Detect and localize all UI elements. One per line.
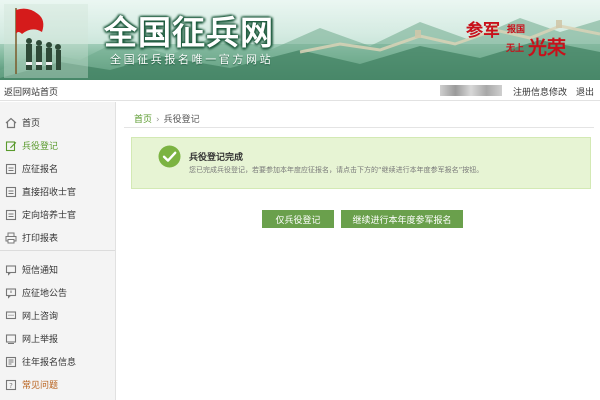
sidebar-item-enlistment[interactable]: 应征报名 [0, 157, 115, 180]
notice-title: 兵役登记完成 [189, 153, 244, 163]
slogan-part-4: 光荣 [528, 37, 567, 59]
notice-message: 您已完成兵役登记，若要参加本年度应征报名，请点击下方的“继续进行本年度参军报名”… [189, 166, 484, 174]
sidebar-item-oriented-nco[interactable]: 定向培养士官 [0, 203, 115, 226]
breadcrumb-divider [124, 127, 594, 128]
edit-icon [5, 140, 17, 151]
slogan-part-1: 参军 [466, 21, 500, 41]
slogan-part-3: 无上 [506, 44, 525, 54]
form-icon [5, 163, 17, 174]
flag-soldiers-image [4, 4, 88, 78]
continue-enlist-button[interactable]: 继续进行本年度参军报名 [341, 210, 463, 228]
logout-link[interactable]: 退出 [576, 85, 594, 98]
sidebar-item-past-registrations[interactable]: 往年报名信息 [0, 350, 115, 373]
sidebar-item-label: 应征地公告 [22, 289, 68, 299]
sidebar-item-sms-notice[interactable]: 短信通知 [0, 258, 115, 281]
question-icon: ? [5, 379, 17, 390]
sidebar-item-military-registration[interactable]: 兵役登记 [0, 134, 115, 157]
sidebar: 首页 兵役登记 应征报名 直接招收士官 定向培养士官 打印报表 短信通知 应征地… [0, 102, 116, 400]
breadcrumb-separator: › [156, 115, 160, 125]
register-only-button[interactable]: 仅兵役登记 [262, 210, 334, 228]
sidebar-item-print-report[interactable]: 打印报表 [0, 226, 115, 249]
breadcrumb: 首页 › 兵役登记 [134, 112, 200, 125]
breadcrumb-current: 兵役登记 [163, 115, 200, 125]
sidebar-item-label: 首页 [22, 119, 41, 129]
sidebar-item-local-announcement[interactable]: 应征地公告 [0, 281, 115, 304]
sidebar-divider [0, 250, 115, 251]
home-icon [5, 117, 17, 128]
sidebar-item-faq[interactable]: ? 常见问题 [0, 373, 115, 396]
sidebar-item-online-consult[interactable]: 网上咨询 [0, 304, 115, 327]
success-notice: 兵役登记完成 您已完成兵役登记，若要参加本年度应征报名，请点击下方的“继续进行本… [131, 137, 591, 189]
edit-registration-link[interactable]: 注册信息修改 [513, 85, 567, 98]
sidebar-item-label: 定向培养士官 [22, 211, 77, 221]
notice-icon [5, 287, 17, 299]
slogan-part-2: 报国 [507, 25, 526, 35]
message-icon [5, 264, 17, 276]
history-icon [5, 356, 17, 367]
username-blurred [440, 85, 502, 96]
svg-text:?: ? [9, 382, 13, 390]
sidebar-item-label: 往年报名信息 [22, 358, 77, 368]
sidebar-item-label: 兵役登记 [22, 142, 59, 152]
printer-icon [5, 232, 17, 243]
form-icon [5, 209, 17, 220]
site-subtitle: 全国征兵报名唯一官方网站 [110, 53, 274, 66]
check-circle-icon [158, 145, 181, 168]
form-icon [5, 186, 17, 197]
sidebar-item-home[interactable]: 首页 [0, 111, 115, 134]
sidebar-item-label: 应征报名 [22, 165, 59, 175]
chat-icon [5, 310, 17, 319]
sidebar-item-direct-nco[interactable]: 直接招收士官 [0, 180, 115, 203]
slogan: 参军 报国 无上 光荣 [466, 16, 596, 72]
sidebar-item-label: 短信通知 [22, 266, 59, 276]
sidebar-item-label: 常见问题 [22, 381, 59, 391]
sidebar-item-online-report[interactable]: 网上举报 [0, 327, 115, 350]
report-icon [5, 333, 17, 344]
sidebar-item-label: 直接招收士官 [22, 188, 77, 198]
sidebar-item-label: 网上举报 [22, 335, 59, 345]
top-bar: 返回网站首页 注册信息修改 退出 [0, 80, 600, 101]
site-title: 全国征兵网 [104, 13, 274, 52]
back-to-home-link[interactable]: 返回网站首页 [4, 85, 58, 98]
breadcrumb-home-link[interactable]: 首页 [134, 115, 152, 125]
header-banner: 全国征兵网 全国征兵报名唯一官方网站 参军 报国 无上 光荣 [0, 0, 600, 80]
sidebar-item-label: 打印报表 [22, 234, 59, 244]
sidebar-item-label: 网上咨询 [22, 312, 59, 322]
